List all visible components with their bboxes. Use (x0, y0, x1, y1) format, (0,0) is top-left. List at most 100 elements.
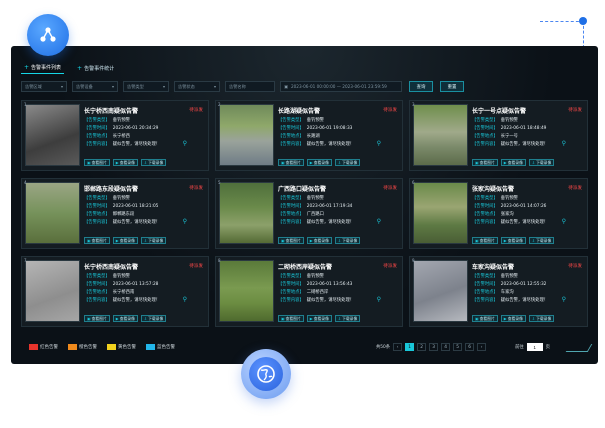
page-number-button[interactable]: 3 (429, 343, 439, 351)
location-pin-icon[interactable]: ⚲ (183, 140, 187, 147)
alarm-snapshot[interactable] (413, 260, 468, 322)
next-page-button[interactable]: › (477, 343, 487, 351)
view-image-button[interactable]: ▣ 查看图片 (84, 159, 110, 166)
alarm-location-row: 【告警地点】 二砌桥西岸 (278, 290, 329, 295)
card-index: 4 (24, 180, 27, 185)
download-video-button[interactable]: ⇩ 下载录像 (528, 237, 555, 244)
view-video-button[interactable]: ▶ 查看录像 (306, 237, 332, 244)
area-select[interactable]: 告警区域 ▾ (21, 81, 67, 92)
view-image-button[interactable]: ▣ 查看图片 (278, 237, 304, 244)
alarm-card[interactable]: 3 长宁一号点疑似告警 待派发 【告警类型】 垂钓预警 【告警时间】 2023-06… (409, 100, 588, 171)
alarm-snapshot[interactable] (413, 104, 468, 166)
alarm-card[interactable]: 7 长宁桥西南疑似告警 待派发 【告警类型】 垂钓预警 【告警时间】 2023-06… (21, 256, 209, 327)
tab-alarm-stats[interactable]: + 告警事件统计 (74, 62, 117, 74)
view-video-button[interactable]: ▶ 查看录像 (112, 315, 138, 322)
download-video-button[interactable]: ⇩ 下载录像 (140, 315, 167, 322)
alarm-card[interactable]: 5 广西路口疑似告警 待派发 【告警类型】 垂钓预警 【告警时间】 2023-06-… (215, 178, 403, 249)
globe-bubble[interactable] (241, 349, 291, 399)
chevron-down-icon: ▾ (60, 84, 63, 89)
alarm-type-row: 【告警类型】 垂钓预警 (278, 274, 324, 279)
card-index: 5 (218, 180, 221, 185)
alarm-snapshot[interactable] (25, 260, 80, 322)
stage: + 告警事件列表 + 告警事件统计 告警区域 ▾ 告警设备 ▾ 告警类型 ▾ 告警状态 ▾ … (0, 0, 605, 428)
download-icon: ⇩ (337, 238, 342, 243)
download-video-button[interactable]: ⇩ 下载录像 (334, 315, 361, 322)
download-video-button[interactable]: ⇩ 下载录像 (528, 159, 555, 166)
alarm-time-row: 【告警时间】 2023-06-01 18:48:49 (472, 125, 547, 132)
alarm-title: 车家沟疑似告警 (472, 264, 515, 271)
page-number-button[interactable]: 2 (417, 343, 427, 351)
globe-icon (249, 357, 283, 391)
alarm-card[interactable]: 8 二砌桥西岸疑似告警 待派发 【告警类型】 垂钓预警 【告警时间】 2023-06… (215, 256, 403, 327)
search-button[interactable]: 查询 (409, 81, 433, 92)
download-icon: ⇩ (337, 316, 342, 321)
alarm-snapshot[interactable] (219, 104, 274, 166)
page-number-button[interactable]: 5 (453, 343, 463, 351)
alarm-snapshot[interactable] (25, 104, 80, 166)
view-image-button[interactable]: ▣ 查看图片 (472, 159, 498, 166)
alarm-card[interactable]: 6 张家沟疑似告警 待派发 【告警类型】 垂钓预警 【告警时间】 2023-06-0… (409, 178, 588, 249)
alarm-info: 长宁桥西南疑似告警 待派发 【告警类型】 垂钓预警 【告警时间】 2023-06-0… (84, 104, 205, 167)
location-pin-icon[interactable]: ⚲ (562, 218, 566, 225)
location-pin-icon[interactable]: ⚲ (377, 218, 381, 225)
view-video-button[interactable]: ▶ 查看录像 (500, 159, 526, 166)
alarm-snapshot[interactable] (25, 182, 80, 244)
download-icon: ⇩ (337, 160, 342, 165)
view-image-button[interactable]: ▣ 查看图片 (278, 315, 304, 322)
location-pin-icon[interactable]: ⚲ (377, 296, 381, 303)
alarm-card[interactable]: 9 车家沟疑似告警 待派发 【告警类型】 垂钓预警 【告警时间】 2023-06-0… (409, 256, 588, 327)
alarm-type-row: 【告警类型】 垂钓预警 (84, 196, 130, 201)
view-image-button[interactable]: ▣ 查看图片 (278, 159, 304, 166)
view-image-button[interactable]: ▣ 查看图片 (472, 315, 498, 322)
view-video-button[interactable]: ▶ 查看录像 (112, 159, 138, 166)
video-icon: ▶ (115, 160, 119, 165)
status-badge: 待派发 (383, 108, 397, 113)
card-actions: ▣ 查看图片 ▶ 查看录像 ⇩ 下载录像 (278, 237, 361, 244)
download-video-button[interactable]: ⇩ 下载录像 (334, 159, 361, 166)
image-icon: ▣ (475, 160, 479, 165)
location-pin-icon[interactable]: ⚲ (562, 296, 566, 303)
date-range-picker[interactable]: ▣ 2023-06-01 00:00:00 — 2023-06-01 23:59:… (280, 81, 402, 92)
share-icon[interactable] (27, 14, 69, 56)
device-select[interactable]: 告警设备 ▾ (72, 81, 118, 92)
view-image-button[interactable]: ▣ 查看图片 (84, 237, 110, 244)
view-image-button[interactable]: ▣ 查看图片 (472, 237, 498, 244)
status-select[interactable]: 告警状态 ▾ (174, 81, 220, 92)
connector-dot (579, 17, 587, 25)
prev-page-button[interactable]: ‹ (393, 343, 403, 351)
card-actions: ▣ 查看图片 ▶ 查看录像 ⇩ 下载录像 (84, 159, 167, 166)
location-pin-icon[interactable]: ⚲ (562, 140, 566, 147)
view-video-button[interactable]: ▶ 查看录像 (306, 315, 332, 322)
type-select[interactable]: 告警类型 ▾ (123, 81, 169, 92)
alarm-snapshot[interactable] (219, 182, 274, 244)
alarm-card[interactable]: 2 长路湖疑似告警 待派发 【告警类型】 垂钓预警 【告警时间】 2023-06-0… (215, 100, 403, 171)
view-image-button[interactable]: ▣ 查看图片 (84, 315, 110, 322)
tab-alarm-list[interactable]: + 告警事件列表 (21, 62, 65, 74)
download-video-button[interactable]: ⇩ 下载录像 (140, 159, 167, 166)
view-video-button[interactable]: ▶ 查看录像 (500, 237, 526, 244)
location-pin-icon[interactable]: ⚲ (183, 296, 187, 303)
alarm-card[interactable]: 1 长宁桥西南疑似告警 待派发 【告警类型】 垂钓预警 【告警时间】 2023-06… (21, 100, 209, 171)
download-video-button[interactable]: ⇩ 下载录像 (334, 237, 361, 244)
view-video-button[interactable]: ▶ 查看录像 (112, 237, 138, 244)
page-number-button[interactable]: 4 (441, 343, 451, 351)
location-pin-icon[interactable]: ⚲ (377, 140, 381, 147)
goto-page-input[interactable] (526, 343, 543, 351)
view-video-button[interactable]: ▶ 查看录像 (306, 159, 332, 166)
name-input[interactable]: 告警名称 (225, 81, 275, 92)
location-pin-icon[interactable]: ⚲ (183, 218, 187, 225)
alarm-type-row: 【告警类型】 垂钓预警 (84, 274, 130, 279)
view-video-button[interactable]: ▶ 查看录像 (500, 315, 526, 322)
reset-button[interactable]: 重置 (440, 81, 464, 92)
alarm-info: 车家沟疑似告警 待派发 【告警类型】 垂钓预警 【告警时间】 2023-06-01 … (472, 260, 584, 323)
alarm-legend: 红色告警 橙色告警 黄色告警 蓝色告警 (29, 344, 175, 350)
alarm-card[interactable]: 4 邯郸路东段疑似告警 待派发 【告警类型】 垂钓预警 【告警时间】 2023-06… (21, 178, 209, 249)
alarm-title: 长宁桥西南疑似告警 (84, 108, 139, 115)
card-actions: ▣ 查看图片 ▶ 查看录像 ⇩ 下载录像 (84, 237, 167, 244)
page-number-button[interactable]: 1 (405, 343, 415, 351)
download-video-button[interactable]: ⇩ 下载录像 (140, 237, 167, 244)
alarm-snapshot[interactable] (219, 260, 274, 322)
page-number-button[interactable]: 6 (465, 343, 475, 351)
download-video-button[interactable]: ⇩ 下载录像 (528, 315, 555, 322)
alarm-snapshot[interactable] (413, 182, 468, 244)
